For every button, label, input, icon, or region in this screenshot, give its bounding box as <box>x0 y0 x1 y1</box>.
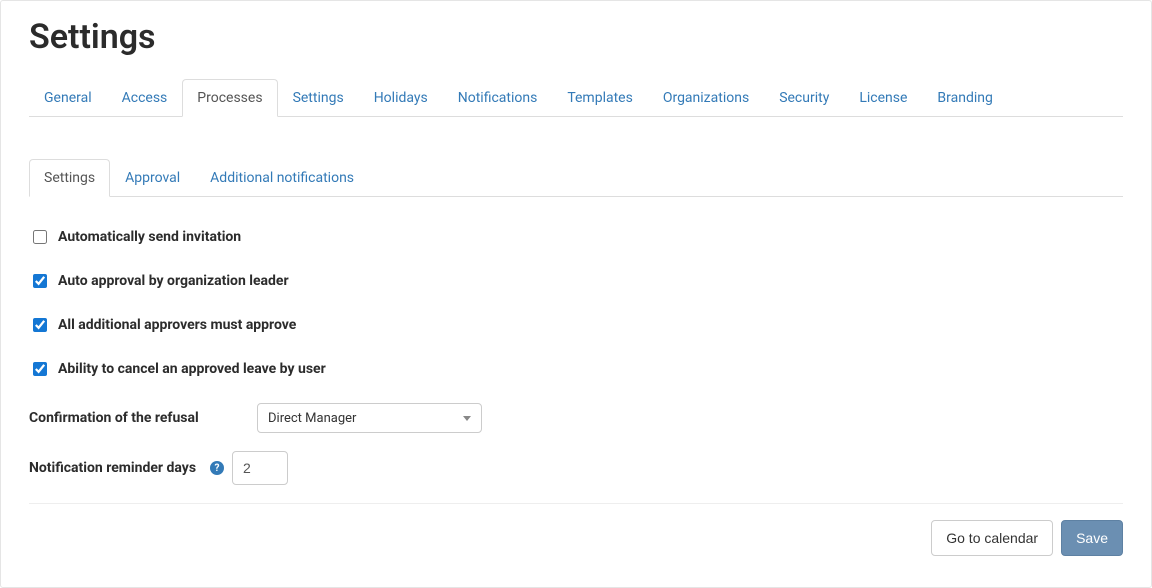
auto-approve-row: Auto approval by organization leader <box>29 271 1123 291</box>
auto-approve-label[interactable]: Auto approval by organization leader <box>58 273 289 289</box>
cancel-approved-checkbox[interactable] <box>33 362 47 376</box>
reminder-row: Notification reminder days ? <box>29 451 1123 485</box>
reminder-label: Notification reminder days <box>29 460 196 476</box>
confirm-refusal-value: Direct Manager <box>268 411 356 426</box>
all-approve-row: All additional approvers must approve <box>29 315 1123 335</box>
secondary-tab-approval[interactable]: Approval <box>110 159 195 197</box>
primary-tab-security[interactable]: Security <box>764 79 844 117</box>
cancel-approved-label[interactable]: Ability to cancel an approved leave by u… <box>58 361 326 377</box>
page-title: Settings <box>29 17 1123 57</box>
secondary-tabs: SettingsApprovalAdditional notifications <box>29 159 1123 197</box>
settings-page: Settings GeneralAccessProcessesSettingsH… <box>0 0 1152 588</box>
secondary-tab-settings[interactable]: Settings <box>29 159 110 197</box>
save-button[interactable]: Save <box>1061 520 1123 556</box>
all-approve-checkbox[interactable] <box>33 318 47 332</box>
confirm-refusal-row: Confirmation of the refusal Direct Manag… <box>29 403 1123 433</box>
go-to-calendar-button[interactable]: Go to calendar <box>931 520 1053 556</box>
primary-tabs: GeneralAccessProcessesSettingsHolidaysNo… <box>29 79 1123 117</box>
all-approve-label[interactable]: All additional approvers must approve <box>58 317 296 333</box>
footer-actions: Go to calendar Save <box>29 503 1123 556</box>
auto-invite-checkbox[interactable] <box>33 230 47 244</box>
confirm-refusal-select[interactable]: Direct Manager <box>257 403 482 433</box>
settings-content: Automatically send invitation Auto appro… <box>29 197 1123 485</box>
primary-tab-templates[interactable]: Templates <box>552 79 648 117</box>
primary-tab-general[interactable]: General <box>29 79 107 117</box>
go-to-calendar-label: Go to calendar <box>946 530 1038 546</box>
primary-tab-processes[interactable]: Processes <box>182 79 277 117</box>
secondary-tab-additional-notifications[interactable]: Additional notifications <box>195 159 369 197</box>
auto-invite-row: Automatically send invitation <box>29 227 1123 247</box>
confirm-refusal-label: Confirmation of the refusal <box>29 410 249 426</box>
primary-tab-holidays[interactable]: Holidays <box>359 79 443 117</box>
primary-tab-access[interactable]: Access <box>107 79 183 117</box>
primary-tab-settings[interactable]: Settings <box>278 79 359 117</box>
reminder-input[interactable] <box>232 451 288 485</box>
save-label: Save <box>1076 530 1108 546</box>
primary-tab-license[interactable]: License <box>844 79 922 117</box>
primary-tab-organizations[interactable]: Organizations <box>648 79 764 117</box>
auto-approve-checkbox[interactable] <box>33 274 47 288</box>
help-icon[interactable]: ? <box>210 461 224 475</box>
auto-invite-label[interactable]: Automatically send invitation <box>58 229 241 245</box>
cancel-approved-row: Ability to cancel an approved leave by u… <box>29 359 1123 379</box>
primary-tab-branding[interactable]: Branding <box>922 79 1007 117</box>
primary-tab-notifications[interactable]: Notifications <box>443 79 553 117</box>
